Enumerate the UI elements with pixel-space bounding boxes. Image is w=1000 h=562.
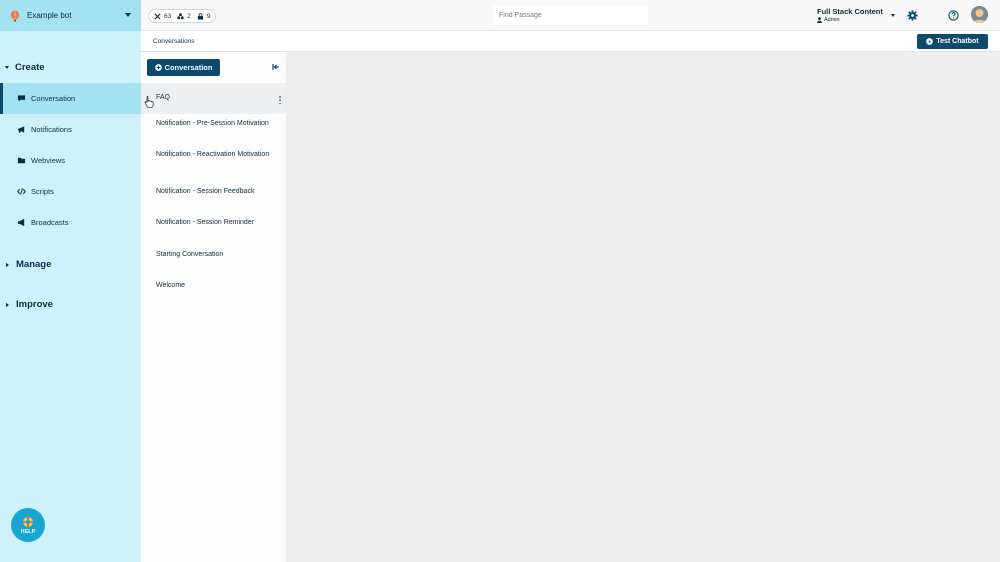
conversation-item[interactable]: Starting Conversation [141, 250, 286, 261]
section-create[interactable]: Create [5, 62, 45, 73]
sidebar-item-label: Broadcasts [31, 218, 69, 227]
section-improve[interactable]: Improve [5, 299, 53, 310]
sidebar-item-label: Scripts [31, 187, 54, 196]
conversation-item-label: Starting Conversation [156, 251, 224, 258]
bot-name: Example bot [27, 11, 72, 20]
top-bar: 63 2 9 Full Stack Content Admin [141, 0, 1000, 31]
bot-selector[interactable]: Example bot [0, 0, 141, 31]
sidebar-item-broadcasts[interactable]: Broadcasts [0, 207, 141, 238]
balloon-logo-icon [11, 10, 19, 22]
conversation-item-label: Notification - Reactivation Motivation [156, 151, 270, 158]
avatar[interactable] [971, 6, 988, 23]
account-menu[interactable]: Full Stack Content Admin [817, 7, 883, 23]
stat-value: 63 [164, 12, 172, 20]
conversation-item-label: Welcome [156, 282, 186, 289]
sidebar-item-label: Notifications [31, 125, 72, 134]
account-role-label: Admin [824, 17, 840, 23]
sidebar-item-notifications[interactable]: Notifications [0, 114, 141, 145]
conversation-item[interactable]: Welcome [141, 281, 286, 292]
sidebar-item-scripts[interactable]: Scripts [0, 176, 141, 207]
conversation-item-faq[interactable]: FAQ [141, 83, 286, 114]
conversation-item-label: FAQ [156, 94, 171, 102]
chevron-down-icon [125, 13, 131, 17]
section-improve-label: Improve [16, 299, 53, 310]
lifebuoy-icon [23, 516, 33, 527]
sidebar-item-label: Webviews [31, 156, 66, 165]
sidebar-item-conversation[interactable]: Conversation [0, 83, 141, 114]
plus-circle-icon [154, 64, 162, 71]
user-icon [817, 17, 822, 23]
conversations-count-icon [154, 12, 161, 20]
conversation-item[interactable]: Notification - Session Feedback [141, 187, 286, 198]
notification-icon [17, 126, 25, 133]
conversation-item-label: Notification - Session Feedback [156, 188, 255, 195]
lock-count-icon [197, 12, 203, 20]
main-canvas[interactable] [287, 52, 1000, 562]
new-conversation-button[interactable]: Conversation [147, 59, 220, 76]
megaphone-icon [17, 218, 25, 227]
conversation-item[interactable]: Notification - Reactivation Motivation [141, 150, 286, 161]
conversation-item-label: Notification - Pre-Session Motivation [156, 120, 269, 127]
stat-conversations: 63 [154, 13, 171, 20]
hand-cursor-icon [144, 95, 154, 108]
account-role: Admin [817, 17, 883, 23]
play-circle-icon [926, 38, 934, 45]
conversation-item[interactable]: Notification - Session Reminder [141, 218, 286, 229]
stat-value: 9 [206, 12, 211, 20]
chevron-down-icon[interactable] [891, 14, 895, 17]
stats-pill: 63 2 9 [148, 9, 217, 23]
section-create-label: Create [15, 62, 45, 73]
sidebar-item-label: Conversation [31, 94, 76, 103]
caret-right-icon [6, 262, 9, 267]
caret-down-icon [5, 66, 9, 69]
left-sidebar: Example bot Create Conversation Notifica… [0, 0, 141, 562]
test-chatbot-label: Test Chatbot [936, 38, 979, 45]
find-passage-input[interactable] [493, 5, 648, 25]
breadcrumb-bar: Conversations Test Chatbot [141, 31, 1000, 52]
help-label: HELP [20, 528, 36, 535]
more-vertical-icon[interactable] [279, 96, 281, 104]
new-conversation-label: Conversation [164, 63, 213, 72]
breadcrumb[interactable]: Conversations [153, 38, 195, 45]
conversation-list-panel: Conversation FAQ Notification - Pre-Sess… [141, 52, 287, 562]
conversation-item[interactable]: Notification - Pre-Session Motivation [141, 119, 286, 130]
question-icon[interactable] [948, 10, 959, 21]
section-manage[interactable]: Manage [5, 259, 51, 270]
test-chatbot-button[interactable]: Test Chatbot [917, 34, 988, 49]
avatar-image [971, 6, 988, 23]
stat-value: 2 [187, 12, 191, 20]
stat-locks: 9 [197, 12, 211, 20]
code-icon [17, 188, 26, 195]
chat-icon [17, 95, 26, 102]
help-button[interactable]: HELP [11, 508, 45, 542]
stat-users: 2 [177, 13, 191, 20]
collapse-panel-icon[interactable] [272, 63, 280, 71]
webview-icon [17, 157, 26, 164]
gear-icon[interactable] [907, 10, 918, 21]
caret-right-icon [6, 302, 9, 307]
sidebar-item-webviews[interactable]: Webviews [0, 145, 141, 176]
conversation-item-label: Notification - Session Reminder [156, 219, 255, 226]
account-name: Full Stack Content [817, 7, 883, 16]
users-count-icon [177, 12, 184, 19]
section-manage-label: Manage [16, 259, 52, 270]
